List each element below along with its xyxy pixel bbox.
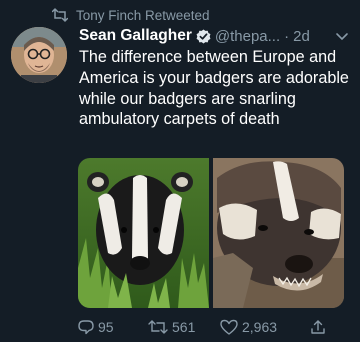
author-handle[interactable]: @thepa... [215,28,280,45]
reply-count: 95 [98,319,114,335]
retweet-context: Tony Finch Retweeted [52,6,210,24]
european-badger-photo[interactable] [78,158,209,308]
verified-badge-icon [196,28,211,44]
reply-icon [78,320,94,335]
retweet-icon [148,320,168,334]
tweet-card[interactable]: Tony Finch Retweeted Sean Gallagher @the… [0,0,360,342]
retweeted-by-text[interactable]: Tony Finch Retweeted [76,8,210,23]
separator-dot: · [284,27,290,45]
tweet-text: The difference between Europe and Americ… [79,48,349,129]
like-button[interactable]: 2,963 [220,319,310,335]
retweet-button[interactable]: 561 [148,319,220,335]
tweet-header: Sean Gallagher @thepa... · 2d [79,25,349,47]
avatar-image [11,27,67,83]
like-count: 2,963 [242,319,278,335]
avatar[interactable] [11,27,67,83]
american-badger-photo[interactable] [213,158,344,308]
reply-button[interactable]: 95 [78,319,148,335]
share-icon [311,320,325,334]
tweet-timestamp[interactable]: 2d [293,28,310,45]
retweet-count: 561 [172,319,196,335]
retweet-icon [52,8,68,22]
heart-icon [220,319,238,335]
tweet-actions: 95 561 2,963 [78,318,338,336]
share-button[interactable] [310,319,330,335]
tweet-media[interactable] [78,158,344,308]
author-name[interactable]: Sean Gallagher [79,27,192,45]
chevron-down-icon[interactable] [335,31,349,41]
